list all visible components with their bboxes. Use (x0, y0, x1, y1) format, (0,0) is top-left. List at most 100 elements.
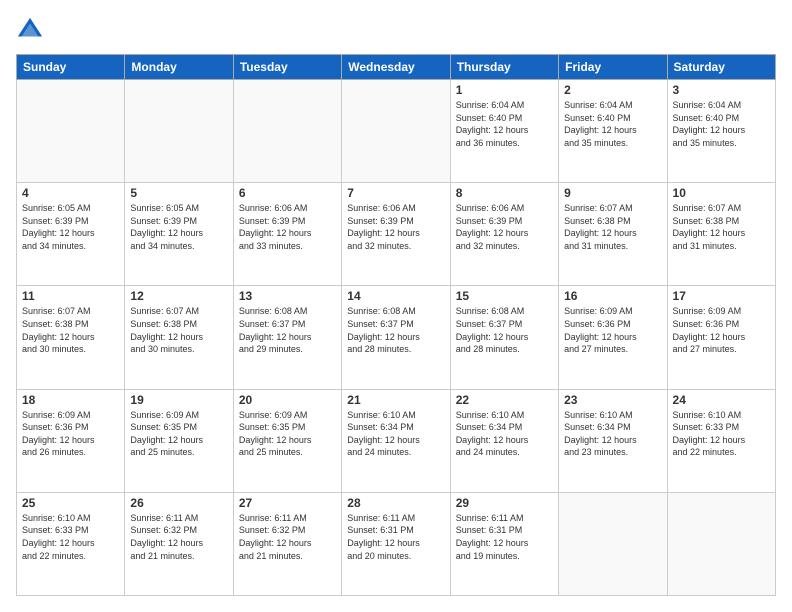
day-info: Sunrise: 6:11 AM Sunset: 6:32 PM Dayligh… (130, 512, 227, 562)
day-info: Sunrise: 6:06 AM Sunset: 6:39 PM Dayligh… (456, 202, 553, 252)
calendar-header-saturday: Saturday (667, 55, 775, 80)
calendar-week-4: 18 Sunrise: 6:09 AM Sunset: 6:36 PM Dayli… (17, 389, 776, 492)
day-number: 16 (564, 289, 661, 303)
day-number: 12 (130, 289, 227, 303)
day-info: Sunrise: 6:04 AM Sunset: 6:40 PM Dayligh… (564, 99, 661, 149)
day-number: 10 (673, 186, 770, 200)
calendar-week-5: 25 Sunrise: 6:10 AM Sunset: 6:33 PM Dayli… (17, 492, 776, 595)
day-number: 24 (673, 393, 770, 407)
day-info: Sunrise: 6:10 AM Sunset: 6:33 PM Dayligh… (673, 409, 770, 459)
day-info: Sunrise: 6:09 AM Sunset: 6:35 PM Dayligh… (130, 409, 227, 459)
day-number: 7 (347, 186, 444, 200)
calendar-cell: 21Sunrise: 6:10 AM Sunset: 6:34 PM Dayli… (342, 389, 450, 492)
calendar-week-2: 4 Sunrise: 6:05 AM Sunset: 6:39 PM Daylig… (17, 183, 776, 286)
calendar-header-wednesday: Wednesday (342, 55, 450, 80)
calendar-cell: 8 Sunrise: 6:06 AM Sunset: 6:39 PM Daylig… (450, 183, 558, 286)
calendar-cell: 15 Sunrise: 6:08 AM Sunset: 6:37 PM Dayli… (450, 286, 558, 389)
day-number: 6 (239, 186, 336, 200)
day-info: Sunrise: 6:09 AM Sunset: 6:36 PM Dayligh… (564, 305, 661, 355)
calendar-cell: 29Sunrise: 6:11 AM Sunset: 6:31 PM Dayli… (450, 492, 558, 595)
calendar-header-monday: Monday (125, 55, 233, 80)
calendar-cell: 19 Sunrise: 6:09 AM Sunset: 6:35 PM Dayli… (125, 389, 233, 492)
day-info: Sunrise: 6:07 AM Sunset: 6:38 PM Dayligh… (673, 202, 770, 252)
logo-icon (16, 16, 44, 44)
calendar-cell: 13 Sunrise: 6:08 AM Sunset: 6:37 PM Dayli… (233, 286, 341, 389)
day-number: 20 (239, 393, 336, 407)
day-info: Sunrise: 6:04 AM Sunset: 6:40 PM Dayligh… (673, 99, 770, 149)
calendar-header-friday: Friday (559, 55, 667, 80)
day-number: 27 (239, 496, 336, 510)
calendar-cell: 24 Sunrise: 6:10 AM Sunset: 6:33 PM Dayli… (667, 389, 775, 492)
day-info: Sunrise: 6:07 AM Sunset: 6:38 PM Dayligh… (22, 305, 119, 355)
calendar-cell: 22 Sunrise: 6:10 AM Sunset: 6:34 PM Dayli… (450, 389, 558, 492)
day-number: 8 (456, 186, 553, 200)
calendar-cell: 25 Sunrise: 6:10 AM Sunset: 6:33 PM Dayli… (17, 492, 125, 595)
day-info: Sunrise: 6:07 AM Sunset: 6:38 PM Dayligh… (564, 202, 661, 252)
day-info: Sunrise: 6:09 AM Sunset: 6:35 PM Dayligh… (239, 409, 336, 459)
calendar-cell (17, 80, 125, 183)
calendar-cell: 6Sunrise: 6:06 AM Sunset: 6:39 PM Daylig… (233, 183, 341, 286)
day-info: Sunrise: 6:08 AM Sunset: 6:37 PM Dayligh… (347, 305, 444, 355)
calendar-cell: 11 Sunrise: 6:07 AM Sunset: 6:38 PM Dayli… (17, 286, 125, 389)
calendar-cell: 14 Sunrise: 6:08 AM Sunset: 6:37 PM Dayli… (342, 286, 450, 389)
day-number: 25 (22, 496, 119, 510)
day-number: 3 (673, 83, 770, 97)
day-info: Sunrise: 6:10 AM Sunset: 6:34 PM Dayligh… (456, 409, 553, 459)
day-number: 17 (673, 289, 770, 303)
day-info: Sunrise: 6:11 AM Sunset: 6:32 PM Dayligh… (239, 512, 336, 562)
calendar-cell: 28 Sunrise: 6:11 AM Sunset: 6:31 PM Dayli… (342, 492, 450, 595)
calendar-cell: 17 Sunrise: 6:09 AM Sunset: 6:36 PM Dayli… (667, 286, 775, 389)
day-info: Sunrise: 6:11 AM Sunset: 6:31 PM Dayligh… (347, 512, 444, 562)
calendar-week-1: 1 Sunrise: 6:04 AM Sunset: 6:40 PM Daylig… (17, 80, 776, 183)
day-number: 5 (130, 186, 227, 200)
day-info: Sunrise: 6:09 AM Sunset: 6:36 PM Dayligh… (22, 409, 119, 459)
calendar-header-thursday: Thursday (450, 55, 558, 80)
calendar-cell: 27 Sunrise: 6:11 AM Sunset: 6:32 PM Dayli… (233, 492, 341, 595)
day-number: 22 (456, 393, 553, 407)
calendar-cell: 16 Sunrise: 6:09 AM Sunset: 6:36 PM Dayli… (559, 286, 667, 389)
page: SundayMondayTuesdayWednesdayThursdayFrid… (0, 0, 792, 612)
calendar-cell: 1 Sunrise: 6:04 AM Sunset: 6:40 PM Daylig… (450, 80, 558, 183)
day-info: Sunrise: 6:10 AM Sunset: 6:33 PM Dayligh… (22, 512, 119, 562)
calendar-cell: 23Sunrise: 6:10 AM Sunset: 6:34 PM Dayli… (559, 389, 667, 492)
day-number: 28 (347, 496, 444, 510)
day-info: Sunrise: 6:08 AM Sunset: 6:37 PM Dayligh… (456, 305, 553, 355)
day-number: 23 (564, 393, 661, 407)
calendar-cell: 20 Sunrise: 6:09 AM Sunset: 6:35 PM Dayli… (233, 389, 341, 492)
calendar-cell (342, 80, 450, 183)
calendar-cell: 26 Sunrise: 6:11 AM Sunset: 6:32 PM Dayli… (125, 492, 233, 595)
day-info: Sunrise: 6:05 AM Sunset: 6:39 PM Dayligh… (130, 202, 227, 252)
calendar: SundayMondayTuesdayWednesdayThursdayFrid… (16, 54, 776, 596)
day-info: Sunrise: 6:04 AM Sunset: 6:40 PM Dayligh… (456, 99, 553, 149)
calendar-cell: 4 Sunrise: 6:05 AM Sunset: 6:39 PM Daylig… (17, 183, 125, 286)
header (16, 16, 776, 44)
day-number: 13 (239, 289, 336, 303)
day-number: 19 (130, 393, 227, 407)
calendar-header-tuesday: Tuesday (233, 55, 341, 80)
day-number: 18 (22, 393, 119, 407)
calendar-cell (125, 80, 233, 183)
day-info: Sunrise: 6:05 AM Sunset: 6:39 PM Dayligh… (22, 202, 119, 252)
calendar-cell: 9 Sunrise: 6:07 AM Sunset: 6:38 PM Daylig… (559, 183, 667, 286)
day-number: 26 (130, 496, 227, 510)
day-number: 21 (347, 393, 444, 407)
day-number: 11 (22, 289, 119, 303)
calendar-cell (233, 80, 341, 183)
day-info: Sunrise: 6:07 AM Sunset: 6:38 PM Dayligh… (130, 305, 227, 355)
day-number: 1 (456, 83, 553, 97)
day-info: Sunrise: 6:08 AM Sunset: 6:37 PM Dayligh… (239, 305, 336, 355)
calendar-header-sunday: Sunday (17, 55, 125, 80)
day-info: Sunrise: 6:11 AM Sunset: 6:31 PM Dayligh… (456, 512, 553, 562)
calendar-cell: 5 Sunrise: 6:05 AM Sunset: 6:39 PM Daylig… (125, 183, 233, 286)
day-info: Sunrise: 6:09 AM Sunset: 6:36 PM Dayligh… (673, 305, 770, 355)
calendar-week-3: 11 Sunrise: 6:07 AM Sunset: 6:38 PM Dayli… (17, 286, 776, 389)
logo (16, 16, 48, 44)
day-number: 15 (456, 289, 553, 303)
calendar-cell (667, 492, 775, 595)
calendar-cell: 12 Sunrise: 6:07 AM Sunset: 6:38 PM Dayli… (125, 286, 233, 389)
calendar-cell (559, 492, 667, 595)
day-number: 14 (347, 289, 444, 303)
day-number: 2 (564, 83, 661, 97)
day-number: 4 (22, 186, 119, 200)
day-number: 9 (564, 186, 661, 200)
